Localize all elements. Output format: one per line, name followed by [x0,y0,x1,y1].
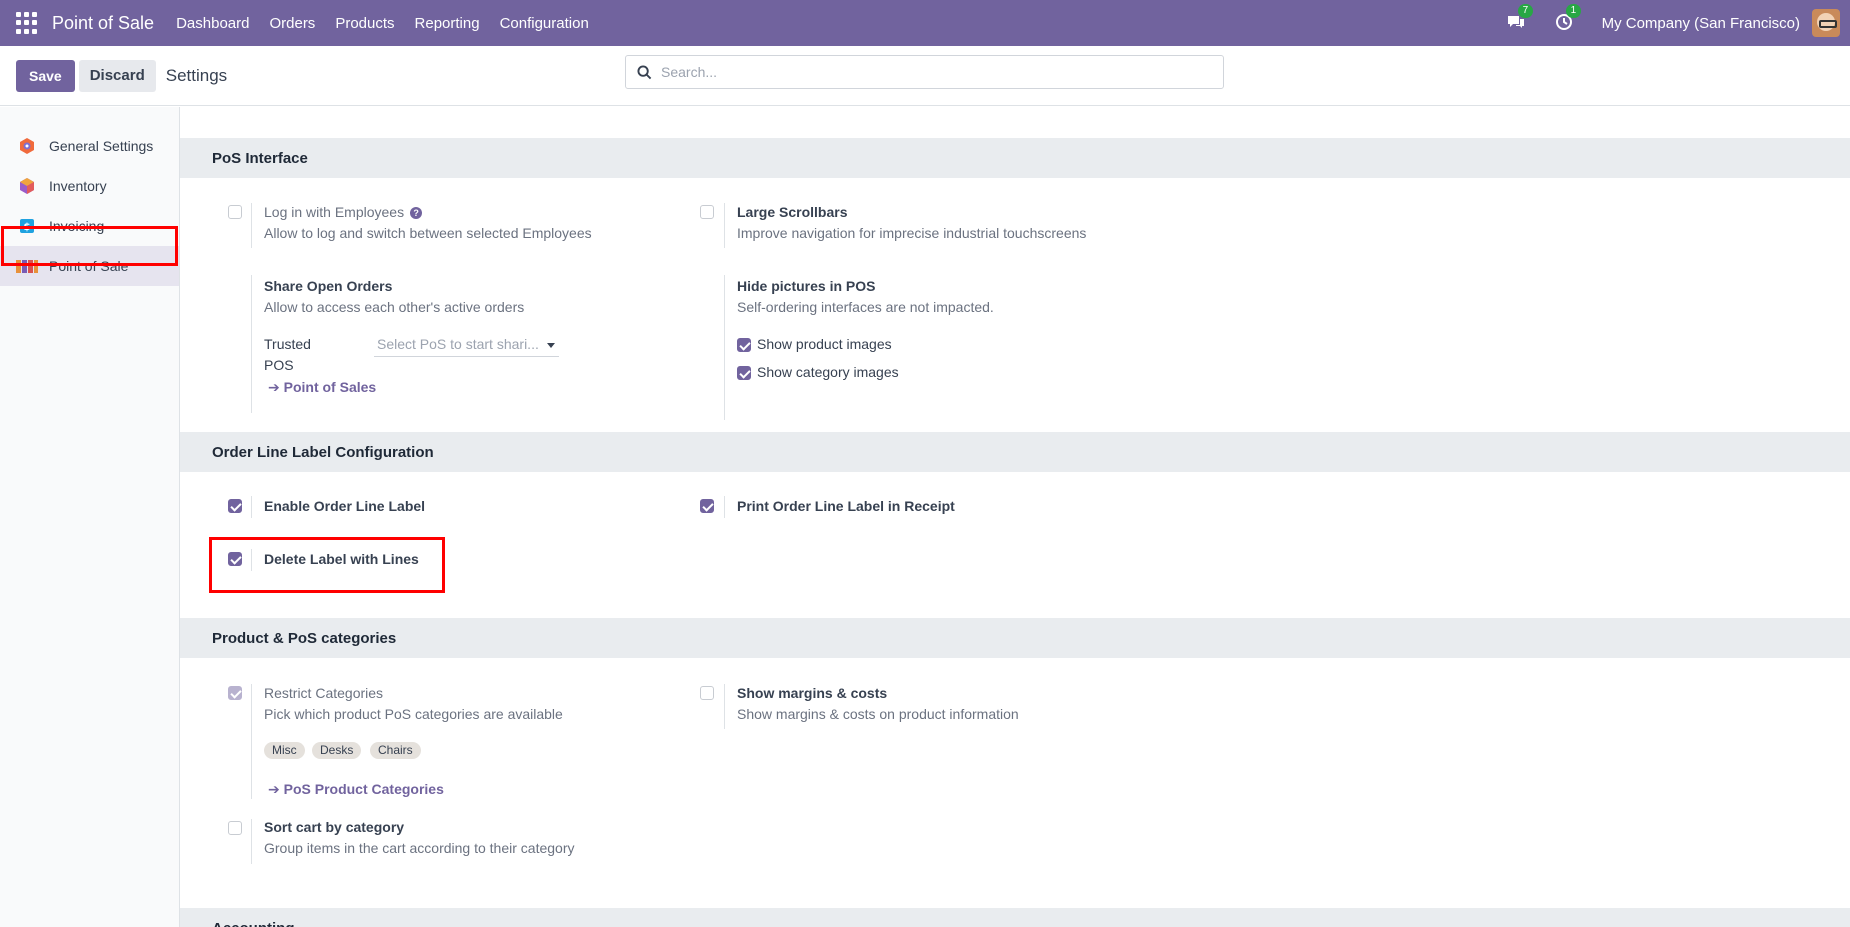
large-scrollbars-title: Large Scrollbars [737,204,848,220]
trusted-pos-select[interactable]: Select PoS to start shari... [374,333,559,357]
page-title: Settings [165,65,228,85]
sort-cart-checkbox[interactable] [228,821,242,835]
restrict-categories-checkbox[interactable] [228,686,242,700]
share-open-orders-title: Share Open Orders [264,278,393,294]
help-icon[interactable]: ? [410,207,423,219]
search-bar [625,55,1224,89]
restrict-categories-desc: Pick which product PoS categories are av… [264,706,563,722]
search-icon [637,64,652,79]
divider [724,275,725,420]
divider [251,203,252,248]
point-of-sales-link[interactable]: ➔ Point of Sales [268,379,376,396]
highlight-point-of-sale [1,226,178,266]
large-scrollbars-desc: Improve navigation for imprecise industr… [737,225,1087,241]
top-navbar: Point of Sale Dashboard Orders Products … [0,0,1850,46]
discard-button[interactable]: Discard [78,59,156,92]
trusted-pos-label-1: Trusted [264,336,311,352]
general-settings-icon [20,138,34,154]
tag-desks[interactable]: Desks [312,742,362,759]
sort-cart-title: Sort cart by category [264,819,405,835]
settings-content: PoS Interface Log in with Employees? All… [180,107,1850,927]
hide-pictures-desc: Self-ordering interfaces are not impacte… [737,299,994,315]
sidebar-item-label: Inventory [49,178,107,194]
show-product-images-label: Show product images [757,336,892,352]
control-panel: Save Discard Settings [0,46,1850,106]
divider [251,819,252,864]
menu-products[interactable]: Products [335,15,394,32]
user-avatar[interactable] [1812,9,1840,37]
apps-menu-icon[interactable] [16,12,38,34]
login-employees-label: Log in with Employees [264,204,405,220]
section-header-pos-interface: PoS Interface [180,138,1850,178]
section-header-accounting: Accounting [180,908,1850,927]
tag-chairs[interactable]: Chairs [370,742,421,759]
save-button[interactable]: Save [16,59,75,92]
category-tags: Misc Desks Chairs [264,742,564,760]
login-employees-desc: Allow to log and switch between selected… [264,225,592,241]
large-scrollbars-checkbox[interactable] [700,205,714,219]
divider [724,203,725,248]
share-open-orders-desc: Allow to access each other's active orde… [264,299,525,315]
login-employees-checkbox[interactable] [228,205,242,219]
divider [724,684,725,729]
company-switcher[interactable]: My Company (San Francisco) [1602,15,1800,32]
sidebar-item-general-settings[interactable]: General Settings [0,126,179,166]
divider [724,496,725,518]
show-category-images-checkbox[interactable] [737,366,751,380]
caret-down-icon [547,343,555,348]
show-margins-title: Show margins & costs [737,685,888,701]
menu-dashboard[interactable]: Dashboard [176,15,249,32]
login-employees-title: Log in with Employees? [264,204,423,220]
show-product-images-checkbox[interactable] [737,338,751,352]
enable-order-line-label-title: Enable Order Line Label [264,498,426,514]
messages-badge: 7 [1517,4,1534,18]
trusted-pos-placeholder: Select PoS to start shari... [377,336,539,352]
show-margins-desc: Show margins & costs on product informat… [737,706,1019,722]
app-brand[interactable]: Point of Sale [52,13,154,34]
divider [251,496,252,518]
trusted-pos-label-2: POS [264,357,294,373]
divider [251,275,252,413]
sidebar-item-inventory[interactable]: Inventory [0,166,179,206]
hide-pictures-title: Hide pictures in POS [737,278,876,294]
print-order-line-label-title: Print Order Line Label in Receipt [737,498,955,514]
menu-configuration[interactable]: Configuration [500,15,589,32]
pos-product-categories-link-label: PoS Product Categories [283,781,444,797]
messages-button[interactable]: 7 [1506,4,1534,34]
print-order-line-label-checkbox[interactable] [700,499,714,513]
sort-cart-desc: Group items in the cart according to the… [264,840,575,856]
enable-order-line-label-checkbox[interactable] [228,499,242,513]
highlight-delete-label [209,537,445,593]
activities-button[interactable]: 1 [1554,4,1582,34]
activities-badge: 1 [1565,4,1582,18]
menu-orders[interactable]: Orders [269,15,315,32]
arrow-right-icon: ➔ [268,379,284,395]
inventory-icon [20,178,34,194]
restrict-categories-title: Restrict Categories [264,685,384,701]
pos-product-categories-link[interactable]: ➔ PoS Product Categories [268,781,444,798]
show-category-images-label: Show category images [757,364,899,380]
divider [251,684,252,799]
menu-reporting[interactable]: Reporting [415,15,480,32]
tag-misc[interactable]: Misc [264,742,305,759]
show-margins-checkbox[interactable] [700,686,714,700]
search-input[interactable] [661,64,1201,80]
sidebar-item-label: General Settings [49,138,154,154]
section-header-order-line-label: Order Line Label Configuration [180,432,1850,472]
arrow-right-icon: ➔ [268,781,284,797]
section-header-product-categories: Product & PoS categories [180,618,1850,658]
point-of-sales-link-label: Point of Sales [283,379,377,395]
